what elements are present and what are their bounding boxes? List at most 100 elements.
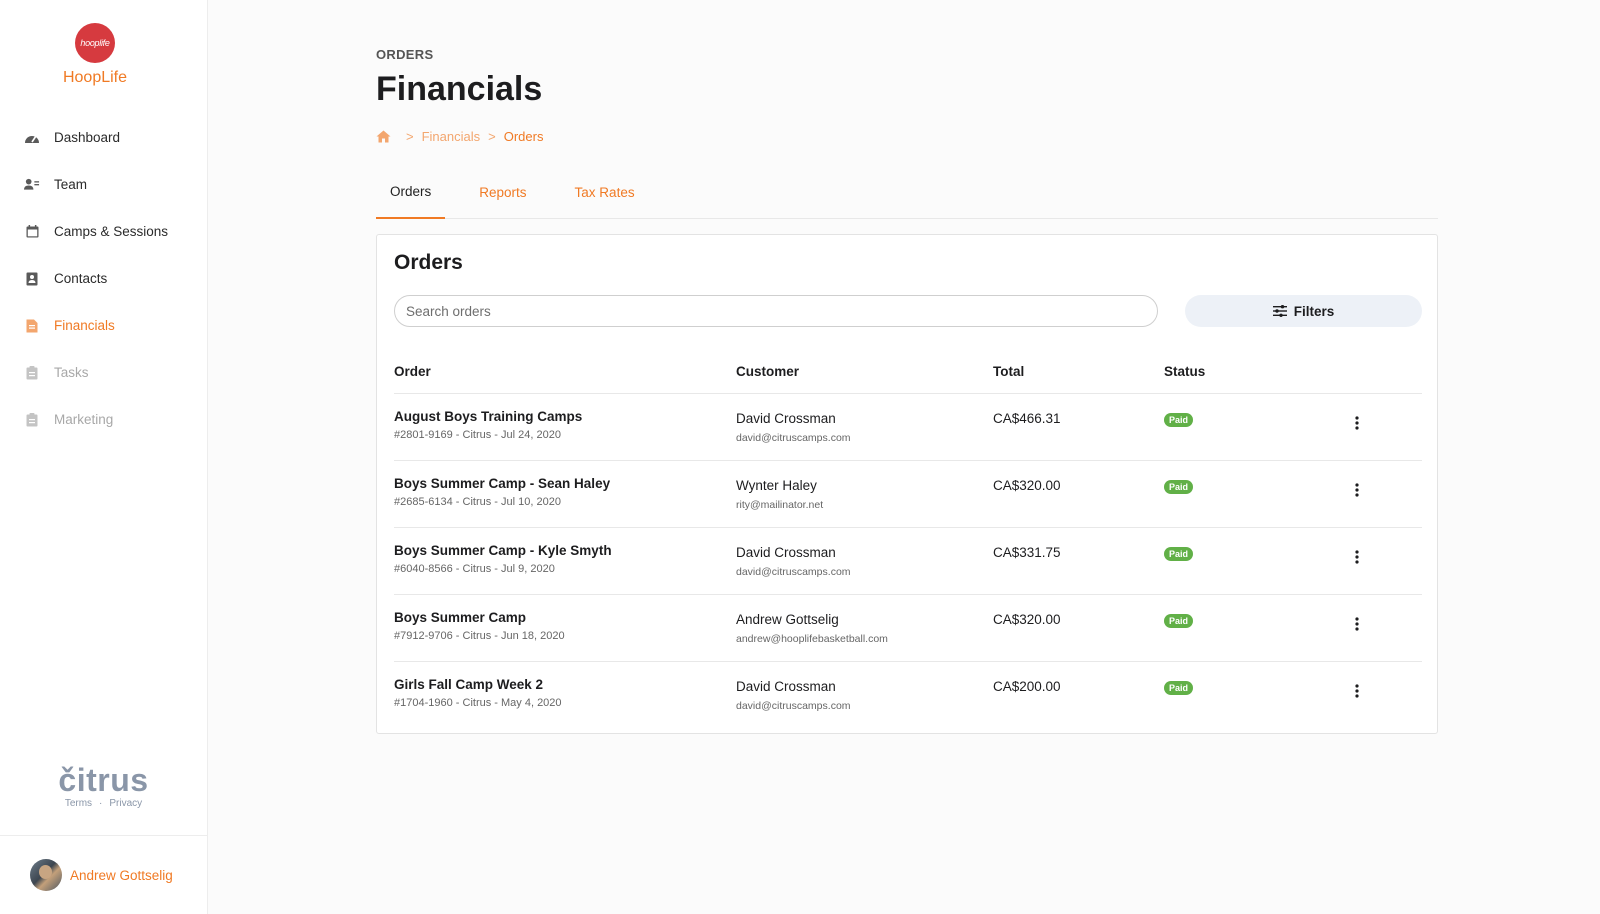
order-meta: #2685-6134 - Citrus - Jul 10, 2020: [394, 496, 561, 508]
more-options-icon[interactable]: [1349, 414, 1365, 432]
customer-name: Wynter Haley: [736, 478, 817, 493]
orders-card: Orders Filters Order Customer Total Stat…: [376, 234, 1438, 734]
filters-button[interactable]: Filters: [1185, 295, 1422, 327]
tab-bar: Orders Reports Tax Rates: [376, 166, 1438, 219]
contacts-icon: [24, 271, 40, 287]
status-badge: Paid: [1164, 614, 1194, 628]
sidebar-item-team[interactable]: Team: [0, 161, 207, 208]
orders-table-body: August Boys Training Camps #2801-9169 - …: [394, 394, 1422, 729]
table-row[interactable]: August Boys Training Camps #2801-9169 - …: [394, 394, 1422, 461]
terms-link[interactable]: Terms: [65, 798, 92, 809]
status-badge: Paid: [1164, 547, 1194, 561]
filters-icon: [1272, 305, 1287, 317]
page-eyebrow: ORDERS: [376, 47, 434, 62]
hooplife-logo[interactable]: hooplife: [75, 23, 115, 63]
customer-email: rity@mailinator.net: [736, 499, 824, 511]
team-icon: [24, 177, 40, 193]
customer-email: david@citruscamps.com: [736, 566, 851, 578]
user-menu[interactable]: Andrew Gottselig: [0, 835, 207, 914]
tab-orders[interactable]: Orders: [376, 166, 446, 219]
table-row[interactable]: Boys Summer Camp - Kyle Smyth #6040-8566…: [394, 528, 1422, 595]
order-name[interactable]: Boys Summer Camp: [394, 610, 526, 625]
avatar[interactable]: [30, 859, 62, 891]
table-row[interactable]: Boys Summer Camp #7912-9706 - Citrus - J…: [394, 595, 1422, 662]
app-root: hooplife HoopLife Dashboard Team Camps &…: [0, 0, 1600, 914]
sidebar-item-label: Tasks: [54, 365, 89, 380]
privacy-link[interactable]: Privacy: [109, 798, 142, 809]
filters-label: Filters: [1293, 303, 1335, 319]
order-meta: #2801-9169 - Citrus - Jul 24, 2020: [394, 429, 561, 441]
customer-name: David Crossman: [736, 545, 836, 560]
more-options-icon[interactable]: [1349, 481, 1365, 499]
breadcrumb-separator: >: [488, 129, 496, 144]
customer-email: andrew@hooplifebasketball.com: [736, 633, 888, 645]
column-header-total: Total: [993, 364, 1025, 379]
home-icon[interactable]: [376, 130, 391, 144]
sidebar-item-label: Financials: [54, 318, 115, 333]
order-meta: #6040-8566 - Citrus - Jul 9, 2020: [394, 563, 555, 575]
financials-icon: [24, 318, 40, 334]
marketing-icon: [24, 412, 40, 428]
column-header-status: Status: [1164, 364, 1206, 379]
customer-name: Andrew Gottselig: [736, 612, 839, 627]
brand-name: HoopLife: [62, 69, 128, 86]
brand[interactable]: hooplife HoopLife: [0, 23, 190, 87]
sidebar-item-dashboard[interactable]: Dashboard: [0, 114, 207, 161]
tab-reports[interactable]: Reports: [459, 166, 546, 219]
more-options-icon[interactable]: [1349, 548, 1365, 566]
sidebar-item-label: Camps & Sessions: [54, 224, 169, 239]
orders-card-title: Orders: [394, 251, 463, 274]
order-total: CA$320.00: [993, 612, 1061, 627]
status-badge: Paid: [1164, 681, 1194, 695]
table-header: Order Customer Total Status: [394, 347, 1422, 394]
sidebar-item-label: Marketing: [54, 412, 114, 427]
order-total: CA$200.00: [993, 679, 1061, 694]
sidebar-item-label: Dashboard: [54, 130, 121, 145]
order-name[interactable]: Girls Fall Camp Week 2: [394, 677, 543, 692]
tasks-icon: [24, 365, 40, 381]
status-badge: Paid: [1164, 480, 1194, 494]
table-row[interactable]: Boys Summer Camp - Sean Haley #2685-6134…: [394, 461, 1422, 528]
order-total: CA$331.75: [993, 545, 1061, 560]
citrus-footer: čitrus Terms · Privacy: [0, 764, 207, 809]
order-meta: #1704-1960 - Citrus - May 4, 2020: [394, 697, 562, 709]
more-options-icon[interactable]: [1349, 615, 1365, 633]
sidebar-nav: Dashboard Team Camps & Sessions Contacts: [0, 114, 207, 443]
footer-links: Terms · Privacy: [0, 798, 207, 809]
order-total: CA$466.31: [993, 411, 1061, 426]
order-meta: #7912-9706 - Citrus - Jun 18, 2020: [394, 630, 565, 642]
table-row[interactable]: Girls Fall Camp Week 2 #1704-1960 - Citr…: [394, 662, 1422, 729]
dashboard-icon: [24, 130, 40, 146]
breadcrumb-orders: Orders: [503, 129, 544, 144]
user-name[interactable]: Andrew Gottselig: [70, 868, 173, 883]
status-badge: Paid: [1164, 413, 1194, 427]
breadcrumb-separator: >: [406, 129, 414, 144]
customer-email: david@citruscamps.com: [736, 700, 851, 712]
customer-name: David Crossman: [736, 411, 836, 426]
calendar-icon: [24, 224, 40, 240]
sidebar-item-contacts[interactable]: Contacts: [0, 255, 207, 302]
column-header-customer: Customer: [736, 364, 800, 379]
tab-tax-rates[interactable]: Tax Rates: [561, 166, 649, 219]
order-name[interactable]: Boys Summer Camp - Sean Haley: [394, 476, 610, 491]
order-name[interactable]: August Boys Training Camps: [394, 409, 582, 424]
citrus-logo: čitrus: [58, 762, 149, 798]
sidebar-item-tasks[interactable]: Tasks: [0, 349, 207, 396]
breadcrumb-financials[interactable]: Financials: [422, 129, 481, 144]
customer-email: david@citruscamps.com: [736, 432, 851, 444]
customer-name: David Crossman: [736, 679, 836, 694]
sidebar-item-label: Contacts: [54, 271, 108, 286]
sidebar-item-label: Team: [54, 177, 88, 192]
sidebar-item-marketing[interactable]: Marketing: [0, 396, 207, 443]
footer-dot: ·: [99, 798, 103, 809]
breadcrumb: > Financials > Orders: [376, 129, 543, 144]
sidebar-item-camps-sessions[interactable]: Camps & Sessions: [0, 208, 207, 255]
more-options-icon[interactable]: [1349, 682, 1365, 700]
page-title: Financials: [376, 70, 543, 108]
search-orders-input[interactable]: [394, 295, 1158, 327]
sidebar-item-financials[interactable]: Financials: [0, 302, 207, 349]
order-name[interactable]: Boys Summer Camp - Kyle Smyth: [394, 543, 612, 558]
order-total: CA$320.00: [993, 478, 1061, 493]
column-header-order: Order: [394, 364, 431, 379]
sidebar: hooplife HoopLife Dashboard Team Camps &…: [0, 0, 208, 914]
